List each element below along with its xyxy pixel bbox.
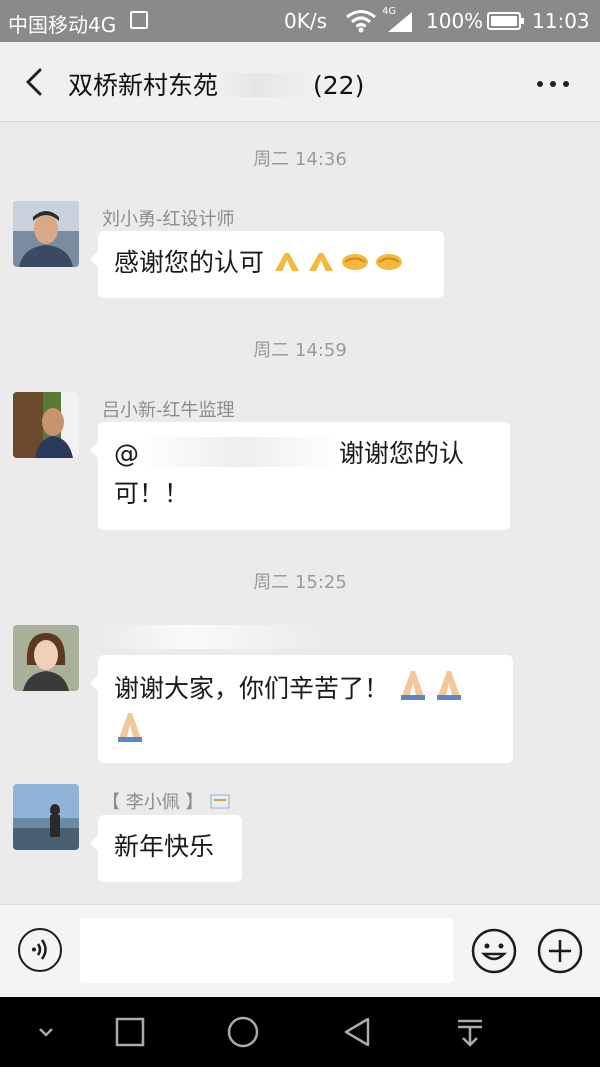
message-text: 谢谢大家，你们辛苦了！ (114, 674, 390, 703)
battery-percent: 100% (426, 9, 484, 33)
signal-icon (388, 12, 412, 32)
message-timestamp: 周二 15:25 (253, 572, 347, 593)
pray-emoji-icon (308, 253, 333, 271)
back-icon[interactable] (340, 1015, 376, 1049)
badge-icon (210, 794, 230, 809)
home-icon[interactable] (225, 1015, 261, 1049)
network-speed: 0K/s (284, 9, 327, 33)
redacted-text (139, 437, 339, 467)
emoji-icon[interactable] (471, 928, 517, 974)
system-nav-bar (0, 997, 600, 1067)
avatar[interactable] (13, 392, 79, 458)
handshake-emoji-icon (375, 254, 402, 270)
avatar[interactable] (13, 625, 79, 691)
message-input[interactable] (80, 918, 453, 983)
folded-hands-emoji-icon (118, 713, 142, 742)
message-timestamp: 周二 14:59 (253, 340, 347, 361)
message-bubble[interactable]: @ 谢谢您的认 可！！ (90, 422, 510, 530)
message-text: 新年快乐 (114, 832, 215, 861)
sender-name: 刘小勇-红设计师 (102, 209, 235, 230)
message-text: 可！！ (114, 479, 190, 508)
more-options-icon[interactable] (536, 80, 570, 88)
wifi-icon (346, 10, 376, 33)
voice-icon[interactable] (18, 928, 62, 972)
message-text: 感谢您的认可 (114, 248, 265, 277)
handshake-emoji-icon (341, 254, 368, 270)
mention-label: @ (114, 439, 139, 468)
chat-input-bar (0, 904, 600, 997)
notification-pull-icon[interactable] (452, 1015, 488, 1049)
message-text: 谢谢您的认 (339, 439, 465, 468)
plus-icon[interactable] (537, 928, 583, 974)
pray-emoji-icon (274, 253, 299, 271)
collapse-icon[interactable] (28, 1015, 64, 1049)
status-bar: 中国移动4G 0K/s 4G 100% 11:03 (0, 0, 600, 42)
folded-hands-emoji-icon (400, 671, 425, 700)
sim-card-icon (130, 11, 148, 29)
avatar[interactable] (13, 784, 79, 850)
message-bubble[interactable]: 谢谢大家，你们辛苦了！ (90, 655, 513, 763)
member-count: (22) (313, 71, 365, 100)
sender-name-text: 【 李小佩 】 (102, 792, 204, 813)
group-name: 双桥新村东苑 (68, 71, 219, 100)
recents-icon[interactable] (112, 1015, 148, 1049)
carrier-label: 中国移动4G (8, 13, 117, 37)
sender-name: 吕小新-红牛监理 (102, 400, 235, 421)
chat-title: 双桥新村东苑 (22) (68, 66, 364, 102)
message-bubble[interactable]: 感谢您的认可 (90, 231, 444, 298)
chat-header: 双桥新村东苑 (22) (0, 42, 600, 122)
sender-name (102, 625, 322, 649)
message-bubble[interactable]: 新年快乐 (90, 815, 242, 882)
battery-icon (487, 12, 524, 30)
back-arrow-icon[interactable] (20, 66, 50, 98)
folded-hands-emoji-icon (436, 671, 461, 700)
sender-name: 【 李小佩 】 (102, 788, 231, 814)
redacted-text (218, 73, 314, 97)
clock: 11:03 (532, 9, 590, 33)
message-timestamp: 周二 14:36 (253, 149, 347, 170)
avatar[interactable] (13, 201, 79, 267)
